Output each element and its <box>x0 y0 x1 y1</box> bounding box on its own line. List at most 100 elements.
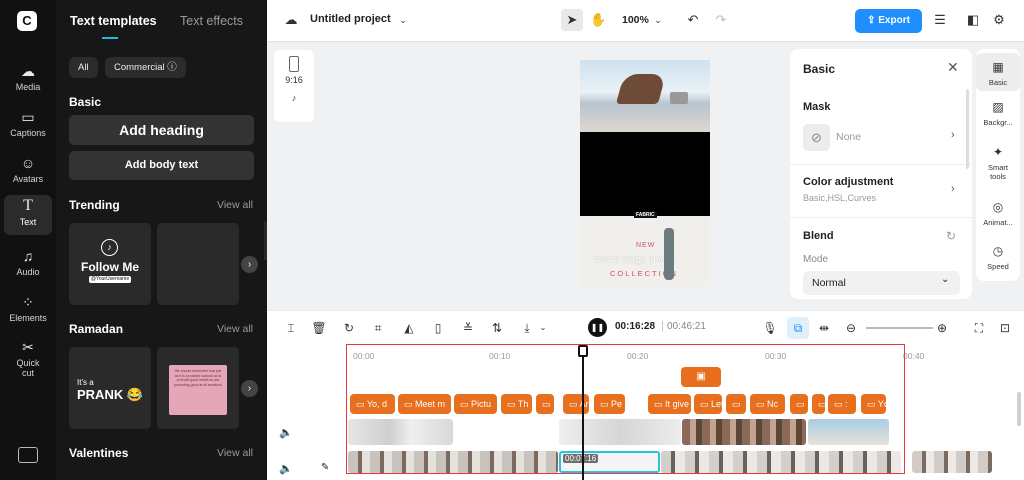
playhead[interactable] <box>582 346 584 480</box>
text-clip[interactable]: ▭ <box>536 394 554 414</box>
speaker-icon-main[interactable]: 🔈 <box>279 462 293 475</box>
tool-smart-tools[interactable]: ✦ Smart tools <box>976 144 1020 181</box>
settings-icon[interactable]: ⚙ <box>991 12 1007 28</box>
zoom-slider[interactable] <box>866 327 933 329</box>
close-icon[interactable]: ✕ <box>947 59 959 76</box>
split-view-icon[interactable]: ⇹ <box>816 320 832 336</box>
blend-mode-select[interactable]: Normal ⌄ <box>803 271 960 295</box>
tool-animation[interactable]: ◎ Animat... <box>976 199 1020 227</box>
extract-icon[interactable]: ⇅ <box>489 320 505 336</box>
undo-icon[interactable]: ↶ <box>685 12 701 28</box>
edit-icon[interactable]: ✎ <box>321 462 329 473</box>
text-clip[interactable]: ▭ Yo, d <box>350 394 395 414</box>
tab-text-templates[interactable]: Text templates <box>70 14 157 28</box>
zoom-out-icon[interactable]: ⊖ <box>843 320 859 336</box>
adjust-icon[interactable]: ≚ <box>460 320 476 336</box>
tab-text-effects[interactable]: Text effects <box>180 14 243 28</box>
template-ramadan-2[interactable]: We should remember that just as it is a … <box>157 347 239 429</box>
video-clip-1[interactable] <box>348 419 453 445</box>
rail-text[interactable]: T Text <box>4 195 52 235</box>
trending-next-button[interactable]: › <box>241 256 258 273</box>
trending-view-all[interactable]: View all <box>217 199 253 211</box>
rail-audio[interactable]: ♫ Audio <box>4 245 52 285</box>
text-clip[interactable]: ▭ It give <box>648 394 691 414</box>
text-clip[interactable]: ▭ Yc <box>861 394 886 414</box>
text-clip[interactable]: ▭ Pe <box>594 394 625 414</box>
template-follow-me[interactable]: ♪ Follow Me @YourUsername <box>69 223 151 305</box>
play-pause-button[interactable]: ❚❚ <box>588 318 607 337</box>
text-clip[interactable]: ▭ <box>790 394 808 414</box>
freeze-icon[interactable]: ▯ <box>430 320 446 336</box>
text-clip[interactable]: ▭ Meet m <box>398 394 451 414</box>
keyboard-icon[interactable] <box>18 447 38 463</box>
text-clip-icon: ▭ <box>356 399 367 409</box>
redo-icon[interactable]: ↷ <box>713 12 729 28</box>
ramadan-next-button[interactable]: › <box>241 380 258 397</box>
download-icon[interactable]: ⤓ <box>519 320 535 336</box>
microphone-icon[interactable]: 🎙 <box>762 320 778 336</box>
rail-elements[interactable]: ⁘ Elements <box>4 291 52 331</box>
mask-row[interactable]: ⊘ None › <box>803 124 961 152</box>
text-clip[interactable]: ▭ <box>812 394 825 414</box>
replace-icon[interactable]: ↻ <box>341 320 357 336</box>
add-heading-button[interactable]: Add heading <box>69 115 254 145</box>
text-clip[interactable]: ▭ Pictu <box>454 394 497 414</box>
rail-quick-cut[interactable]: ✂ Quick cut <box>4 336 52 382</box>
color-adjustment-row[interactable]: Color adjustment Basic,HSL,Curves › <box>803 176 961 208</box>
text-clip[interactable]: ▭ <box>726 394 746 414</box>
hand-icon[interactable]: ✋ <box>590 12 606 28</box>
main-clip-2[interactable] <box>661 451 901 473</box>
text-clip[interactable]: ▭ Th <box>501 394 532 414</box>
tool-background[interactable]: ▨ Backgr... <box>976 99 1020 127</box>
rail-captions[interactable]: ▭ Captions <box>4 106 52 146</box>
template-prank[interactable]: It's a PRANK 😂 <box>69 347 151 429</box>
tool-speed[interactable]: ◷ Speed <box>976 243 1020 271</box>
rail-media[interactable]: ☁ Media <box>4 60 52 100</box>
flip-icon[interactable]: ◭ <box>401 320 417 336</box>
ramadan-view-all[interactable]: View all <box>217 323 253 335</box>
main-clip-3[interactable] <box>912 451 992 473</box>
zoom-level[interactable]: 100% <box>622 14 649 26</box>
playhead-handle[interactable] <box>578 345 588 357</box>
auto-snap-icon[interactable]: ⧉ <box>787 317 809 339</box>
project-title[interactable]: Untitled project <box>310 13 391 25</box>
video-preview[interactable]: FABRIC NEW men's cargo shorts COLLECTION <box>580 60 710 287</box>
rail-avatars[interactable]: ☺ Avatars <box>4 152 52 192</box>
export-button[interactable]: ⇪ Export <box>855 9 922 33</box>
add-body-text-button[interactable]: Add body text <box>69 151 254 180</box>
reset-icon[interactable]: ↻ <box>946 229 956 243</box>
props-scrollbar[interactable] <box>966 89 969 169</box>
cloud-save-icon[interactable]: ☁ <box>283 12 299 28</box>
text-clip[interactable]: ▭ : <box>828 394 856 414</box>
chevron-down-icon[interactable]: ⌄ <box>395 12 411 28</box>
app-logo-icon[interactable]: C <box>17 11 37 31</box>
valentines-view-all[interactable]: View all <box>217 447 253 459</box>
tool-basic[interactable]: ▦ Basic <box>976 53 1020 91</box>
layout-icon[interactable]: ◧ <box>965 12 981 28</box>
filter-commercial[interactable]: Commercial ⓘ <box>105 57 186 78</box>
download-chevron-icon[interactable]: ⌄ <box>535 320 551 336</box>
zoom-chevron-icon[interactable]: ⌄ <box>650 12 666 28</box>
layers-icon[interactable]: ☰ <box>932 12 948 28</box>
filter-all[interactable]: All <box>69 57 98 78</box>
crop-icon[interactable]: ⌗ <box>370 320 386 336</box>
video-clip-2[interactable] <box>559 419 681 445</box>
speaker-icon[interactable]: 🔈 <box>279 426 293 439</box>
template-trending-2[interactable] <box>157 223 239 305</box>
text-clip[interactable]: ▭ Let' <box>694 394 722 414</box>
zoom-in-icon[interactable]: ⊕ <box>934 320 950 336</box>
fit-icon[interactable]: ⛶ <box>971 320 987 336</box>
split-icon[interactable]: ⌶ <box>283 320 299 336</box>
aspect-ratio-button[interactable]: 9:16 ♪ <box>274 50 314 122</box>
timeline-scrollbar[interactable] <box>1017 392 1021 426</box>
overlay-clip[interactable]: ▣ <box>681 367 721 387</box>
select-pointer-icon[interactable]: ➤ <box>561 9 583 31</box>
video-clip-3[interactable] <box>682 419 806 445</box>
main-clip-1[interactable] <box>348 451 558 473</box>
fullscreen-icon[interactable]: ⊡ <box>997 320 1013 336</box>
text-clip[interactable]: ▭ Nc <box>750 394 785 414</box>
delete-icon[interactable]: 🗑 <box>311 320 327 336</box>
text-clip[interactable]: ▭ Ar <box>563 394 589 414</box>
main-clip-selected[interactable]: 00:07:16 <box>559 451 660 473</box>
video-clip-4[interactable] <box>808 419 889 445</box>
